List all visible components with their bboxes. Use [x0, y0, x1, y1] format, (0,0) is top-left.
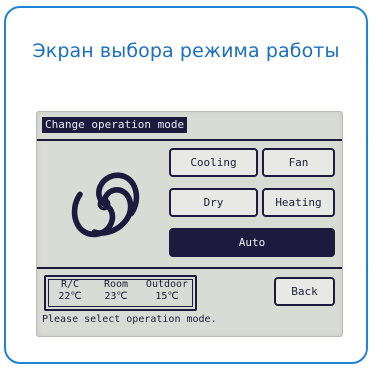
top-divider	[37, 139, 342, 141]
room-value: 23℃	[104, 291, 128, 302]
rc-temp: R/C 22℃	[52, 279, 88, 303]
fan-swirl-icon	[71, 172, 140, 238]
caption: Экран выбора режима работы	[32, 40, 340, 62]
fan-button[interactable]: Fan	[262, 148, 335, 177]
auto-button[interactable]: Auto	[169, 228, 335, 257]
cooling-button[interactable]: Cooling	[169, 148, 258, 177]
outdoor-label: Outdoor	[145, 279, 189, 290]
room-temp: Room 23℃	[96, 279, 136, 303]
room-label: Room	[103, 279, 129, 290]
bottom-divider	[37, 267, 342, 269]
outdoor-value: 15℃	[155, 291, 179, 302]
rc-label: R/C	[60, 279, 80, 290]
controller-screen: Change operation mode Cooling Fan Dry He…	[36, 111, 343, 337]
back-button[interactable]: Back	[274, 277, 335, 306]
screen-title: Change operation mode	[42, 117, 188, 133]
dry-button[interactable]: Dry	[169, 188, 258, 217]
status-message: Please select operation mode.	[42, 314, 217, 325]
heating-button[interactable]: Heating	[262, 188, 335, 217]
outdoor-temp: Outdoor 15℃	[142, 279, 192, 303]
temperature-panel: R/C 22℃ Room 23℃ Outdoor 15℃	[44, 275, 197, 311]
rc-value: 22℃	[58, 291, 82, 302]
